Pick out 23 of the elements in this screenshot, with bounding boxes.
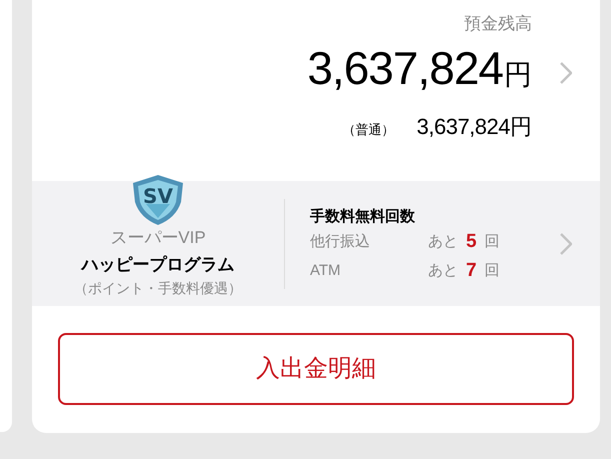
balance-label: 預金残高: [464, 13, 532, 35]
count-unit: 回: [484, 260, 500, 281]
remaining-label: あと: [428, 232, 458, 252]
program-panel[interactable]: [32, 181, 600, 306]
program-name: ハッピープログラム: [82, 254, 234, 276]
fee-label: 他行振込: [310, 232, 371, 252]
transactions-button[interactable]: 入出金明細: [58, 332, 574, 404]
account-type: （普通）: [342, 121, 395, 139]
chevron-right-icon[interactable]: [560, 232, 572, 254]
fee-free-title: 手数料無料回数: [310, 206, 416, 226]
tier-label: スーパーVIP: [110, 226, 206, 248]
remaining-count: 7: [466, 258, 477, 283]
count-unit: 回: [484, 232, 500, 252]
shield-badge-icon: SV: [131, 174, 185, 226]
program-note: （ポイント・手数料優遇）: [74, 278, 242, 298]
remaining-label: あと: [428, 260, 458, 281]
currency-unit: 円: [510, 113, 532, 141]
currency-unit: 円: [504, 58, 532, 92]
balance-amount: 3,637,824: [307, 41, 503, 96]
account-amount: 3,637,824: [416, 113, 510, 141]
remaining-count: 5: [466, 230, 477, 254]
chevron-right-icon[interactable]: [560, 62, 572, 84]
fee-label: ATM: [310, 260, 342, 281]
